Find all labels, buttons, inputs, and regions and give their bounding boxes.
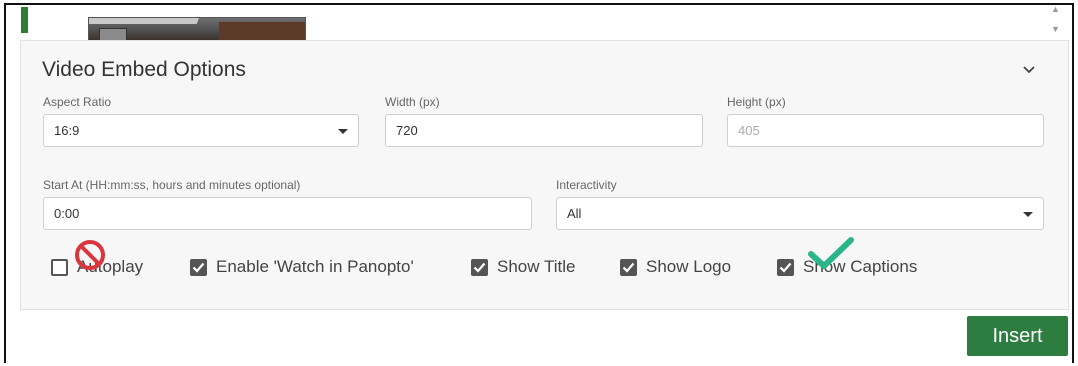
interactivity-select[interactable]: All: [556, 197, 1044, 230]
width-input[interactable]: 720: [385, 114, 703, 147]
interactivity-value: All: [567, 206, 582, 221]
checkbox-checked-icon[interactable]: [620, 258, 637, 276]
height-label: Height (px): [727, 95, 786, 109]
checkbox-checked-icon[interactable]: [471, 258, 488, 276]
checkbox-checked-icon[interactable]: [190, 258, 207, 276]
show-title-label: Show Title: [497, 257, 576, 276]
watch-in-panopto-label: Enable 'Watch in Panopto': [216, 257, 414, 276]
checkbox-checked-icon[interactable]: [777, 258, 794, 276]
checkmark-icon: [808, 237, 854, 269]
checkbox-unchecked-icon[interactable]: [51, 258, 68, 276]
show-logo-label: Show Logo: [646, 257, 732, 276]
aspect-ratio-value: 16:9: [54, 123, 80, 138]
dropdown-caret-icon: [1023, 212, 1033, 217]
interactivity-label: Interactivity: [556, 178, 617, 192]
height-input: 405: [727, 114, 1044, 147]
chevron-down-icon[interactable]: [1021, 61, 1037, 77]
video-thumbnail[interactable]: [88, 17, 306, 42]
aspect-ratio-label: Aspect Ratio: [43, 95, 112, 109]
aspect-ratio-select[interactable]: 16:9: [43, 114, 359, 147]
start-at-label: Start At (HH:mm:ss, hours and minutes op…: [43, 178, 301, 192]
watch-in-panopto-checkbox[interactable]: Enable 'Watch in Panopto': [190, 257, 414, 277]
video-embed-options-panel: Video Embed Options Aspect Ratio 16:9 Wi…: [20, 40, 1069, 310]
dropdown-caret-icon: [338, 129, 348, 134]
start-at-input[interactable]: 0:00: [43, 197, 532, 230]
scroll-up-icon[interactable]: ▲: [1051, 4, 1060, 14]
show-title-checkbox[interactable]: Show Title: [471, 257, 575, 277]
width-label: Width (px): [385, 95, 440, 109]
show-logo-checkbox[interactable]: Show Logo: [620, 257, 731, 277]
panel-title: Video Embed Options: [42, 58, 246, 81]
no-symbol-icon: [75, 240, 105, 270]
selection-indicator: [21, 7, 28, 33]
scroll-down-icon[interactable]: ▼: [1051, 24, 1060, 34]
insert-button[interactable]: Insert: [967, 316, 1068, 356]
